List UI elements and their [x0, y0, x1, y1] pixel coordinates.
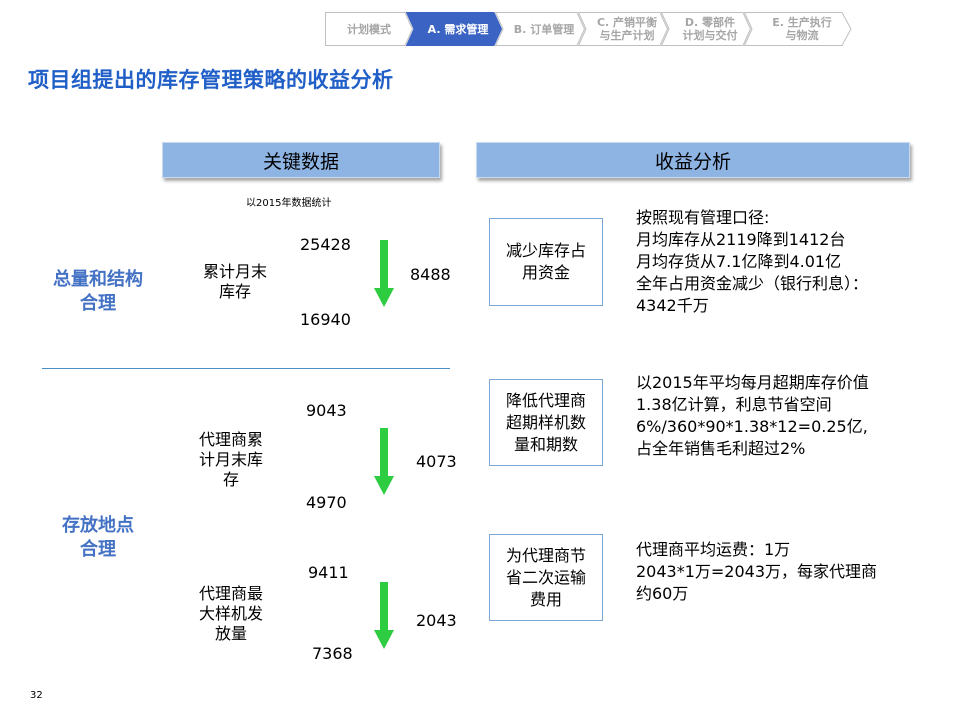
metric-label-sample-release: 代理商最 大样机发 放量 — [198, 584, 263, 643]
benefit-description-2: 以2015年平均每月超期库存价值 1.38亿计算，利息节省空间 6%/360*9… — [636, 372, 869, 460]
section-divider — [42, 368, 450, 369]
metric-before-value: 9043 — [306, 401, 347, 420]
breadcrumb-item-demand-management[interactable]: A. 需求管理 — [406, 12, 502, 46]
data-note: 以2015年数据统计 — [246, 198, 332, 209]
description-line: 6%/360*90*1.38*12=0.25亿, — [636, 417, 868, 436]
metric-before-value: 9411 — [308, 563, 349, 582]
breadcrumb-item-production-execution[interactable]: E. 生产执行 与物流 — [744, 12, 852, 46]
benefit-box-reduce-capital: 减少库存占 用资金 — [489, 218, 603, 306]
metric-before-value: 25428 — [300, 235, 351, 254]
down-arrow-icon — [374, 428, 394, 495]
metric-after-value: 7368 — [312, 644, 353, 663]
breadcrumb-item-production-balance[interactable]: C. 产销平衡 与生产计划 — [578, 12, 668, 46]
breadcrumb-item-plan-mode[interactable]: 计划模式 — [325, 12, 413, 46]
description-line: 占全年销售毛利超过2% — [636, 439, 806, 458]
description-line: 月均库存从2119降到1412台 — [636, 230, 846, 249]
benefit-description-3: 代理商平均运费：1万 2043*1万=2043万，每家代理商 约60万 — [636, 539, 877, 605]
metric-after-value: 16940 — [300, 310, 351, 329]
metric-label-agent-inventory: 代理商累 计月末库 存 — [198, 430, 263, 489]
description-line: 全年占用资金减少（银行利息）： — [636, 274, 869, 293]
description-line: 按照现有管理口径: — [636, 208, 770, 227]
description-line: 1.38亿计算，利息节省空间 — [636, 395, 832, 414]
key-data-header: 关键数据 — [162, 142, 440, 178]
description-line: 代理商平均运费：1万 — [636, 540, 791, 559]
description-line: 4342千万 — [636, 296, 709, 315]
metric-label-monthly-inventory: 累计月末 库存 — [202, 262, 267, 301]
description-line: 约60万 — [636, 584, 689, 603]
page-number: 32 — [30, 690, 43, 701]
benefit-box-reduce-overdue-samples: 降低代理商 超期样机数 量和期数 — [489, 379, 603, 466]
down-arrow-icon — [374, 582, 394, 649]
metric-reduction-value: 2043 — [416, 611, 457, 630]
description-line: 2043*1万=2043万，每家代理商 — [636, 562, 878, 581]
benefit-description-1: 按照现有管理口径: 月均库存从2119降到1412台 月均存货从7.1亿降到4.… — [636, 207, 868, 317]
page-title: 项目组提出的库存管理策略的收益分析 — [28, 68, 394, 92]
metric-reduction-value: 4073 — [416, 452, 457, 471]
benefit-analysis-header: 收益分析 — [476, 142, 910, 178]
category-total-structure: 总量和结构 合理 — [53, 269, 143, 314]
down-arrow-icon — [374, 240, 394, 307]
breadcrumb-item-parts-planning[interactable]: D. 零部件 计划与交付 — [661, 12, 751, 46]
benefit-box-save-transport: 为代理商节 省二次运输 费用 — [489, 534, 603, 621]
description-line: 月均存货从7.1亿降到4.01亿 — [636, 252, 842, 271]
description-line: 以2015年平均每月超期库存价值 — [636, 373, 869, 392]
category-storage-location: 存放地点 合理 — [62, 515, 134, 560]
breadcrumb-item-order-management[interactable]: B. 订单管理 — [495, 12, 585, 46]
metric-reduction-value: 8488 — [410, 265, 451, 284]
metric-after-value: 4970 — [306, 493, 347, 512]
